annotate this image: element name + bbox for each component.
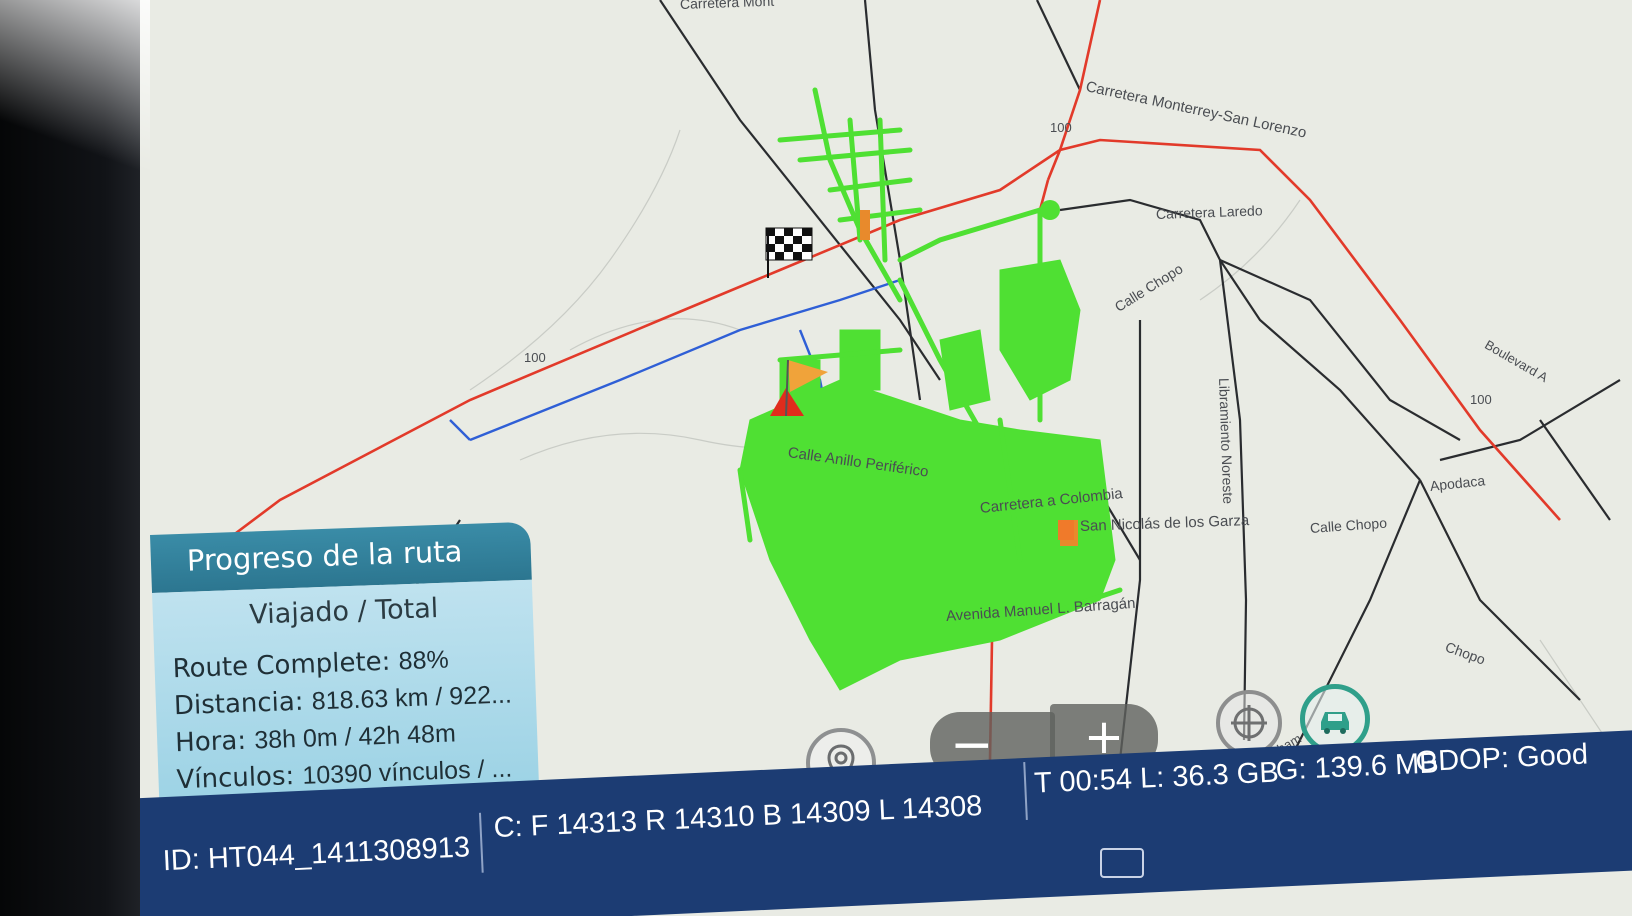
stat-label: Hora: [174,725,247,759]
checkered-flag-icon [765,227,813,278]
keyboard-icon[interactable] [1100,848,1144,878]
status-counters: C: F 14313 R 14310 B 14309 L 14308 [492,790,983,845]
junction-marker [1040,200,1060,220]
car-recenter-icon [1321,712,1349,734]
stat-value: 818.63 km / 922... [311,680,513,716]
stat-label: Vínculos: [176,761,295,796]
panel-subtitle: Viajado / Total [248,592,439,631]
stat-label: Distancia: [173,686,305,722]
stat-value: 38h 0m / 42h 48m [253,719,457,755]
status-id: ID: HT044_1411308913 [162,831,471,878]
stat-label: Route Complete: [172,646,391,685]
orange-flag-icon [1058,520,1074,540]
road-number-east: 100 [1470,392,1492,407]
stat-value: 88% [398,645,450,676]
road-number-north: 100 [1050,120,1072,135]
route-progress-panel: Progreso de la ruta Viajado / Total Rout… [150,521,540,825]
status-gdop: GDOP: Good [1414,738,1589,779]
status-divider [478,812,484,873]
map-screen[interactable]: Carretera Mont Carretera Monterrey-San L… [140,0,1632,916]
crosshair-icon [1231,705,1267,741]
status-local-storage: L: 36.3 GB [1139,756,1280,795]
screen-glare [0,0,150,916]
status-time: T 00:54 [1033,763,1133,800]
status-divider [1023,761,1028,821]
road-number-west: 100 [524,350,546,365]
